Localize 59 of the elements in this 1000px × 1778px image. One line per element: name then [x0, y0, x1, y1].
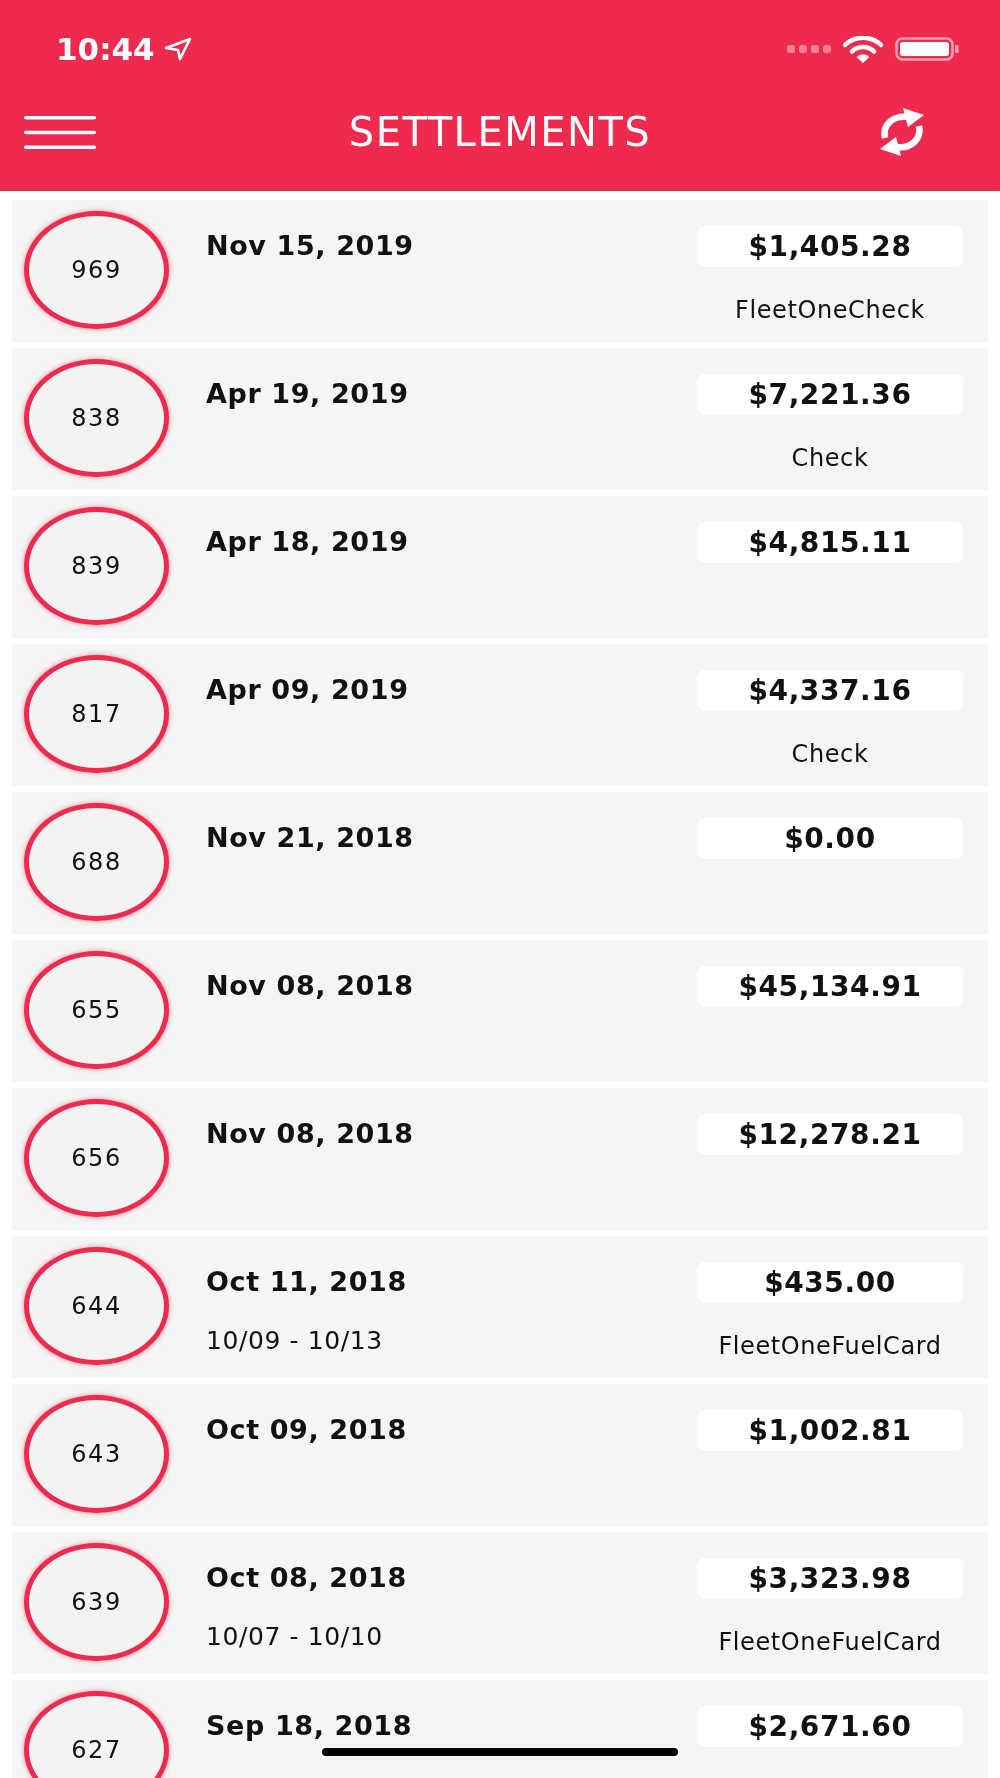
settlement-date: Apr 19, 2019 [206, 378, 409, 410]
status-time: 10:44 [56, 31, 155, 67]
settlement-row[interactable]: 643 Oct 09, 2018 $1,002.81 [12, 1384, 988, 1526]
settlement-amount: $435.00 [697, 1262, 963, 1303]
settlement-date: Oct 08, 2018 [206, 1562, 407, 1594]
settlement-amount: $2,671.60 [697, 1706, 963, 1747]
settlement-date: Apr 18, 2019 [206, 526, 409, 558]
settlement-number: 817 [24, 655, 169, 773]
settlement-date: Oct 09, 2018 [206, 1414, 407, 1446]
settlement-date: Nov 08, 2018 [206, 970, 414, 1002]
settlement-number: 656 [24, 1099, 169, 1217]
settlement-amount: $4,337.16 [697, 670, 963, 711]
settlement-amount: $3,323.98 [697, 1558, 963, 1599]
settlement-amount: $45,134.91 [697, 966, 963, 1007]
settlement-row[interactable]: 656 Nov 08, 2018 $12,278.21 [12, 1088, 988, 1230]
payment-method: FleetOneFuelCard [718, 1332, 942, 1360]
settlement-row[interactable]: 639 Oct 08, 2018 10/07 - 10/10 $3,323.98 FleetOneFuelCard [12, 1532, 988, 1674]
location-arrow-icon [163, 37, 192, 61]
settlement-number: 838 [24, 359, 169, 477]
payment-method: Check [791, 740, 869, 768]
settlement-date: Sep 18, 2018 [206, 1710, 413, 1742]
payment-method: FleetOneCheck [735, 296, 925, 324]
settlement-number: 639 [24, 1543, 169, 1661]
settlement-amount: $12,278.21 [697, 1114, 963, 1155]
settlement-date: Nov 21, 2018 [206, 822, 414, 854]
menu-icon[interactable] [24, 115, 96, 149]
signal-icon [787, 45, 831, 53]
payment-method: Check [791, 444, 869, 472]
settlement-number: 969 [24, 211, 169, 329]
battery-icon [895, 37, 959, 61]
settlement-amount: $0.00 [697, 818, 963, 859]
settlement-period: 10/07 - 10/10 [206, 1623, 383, 1651]
settlement-amount: $7,221.36 [697, 374, 963, 415]
settlement-row[interactable]: 655 Nov 08, 2018 $45,134.91 [12, 940, 988, 1082]
settlement-number: 839 [24, 507, 169, 625]
payment-method: FleetOneFuelCard [718, 1628, 942, 1656]
settlement-date: Nov 08, 2018 [206, 1118, 414, 1150]
settlement-row[interactable]: 817 Apr 09, 2019 $4,337.16 Check [12, 644, 988, 786]
settlement-row[interactable]: 644 Oct 11, 2018 10/09 - 10/13 $435.00 FleetOneFuelCard [12, 1236, 988, 1378]
settlement-number: 627 [24, 1691, 169, 1778]
screen-title: SETTLEMENTS [348, 109, 652, 155]
settlement-row[interactable]: 627 Sep 18, 2018 $2,671.60 [12, 1680, 988, 1778]
wifi-icon [843, 35, 883, 63]
settlement-amount: $1,002.81 [697, 1410, 963, 1451]
settlement-number: 688 [24, 803, 169, 921]
settlement-row[interactable]: 838 Apr 19, 2019 $7,221.36 Check [12, 348, 988, 490]
settlement-row[interactable]: 688 Nov 21, 2018 $0.00 [12, 792, 988, 934]
settlement-period: 10/09 - 10/13 [206, 1327, 383, 1355]
settlement-number: 643 [24, 1395, 169, 1513]
settlement-date: Nov 15, 2019 [206, 230, 414, 262]
settlement-row[interactable]: 839 Apr 18, 2019 $4,815.11 [12, 496, 988, 638]
settlement-row[interactable]: 969 Nov 15, 2019 $1,405.28 FleetOneCheck [12, 200, 988, 342]
settlement-date: Oct 11, 2018 [206, 1266, 407, 1298]
settlement-number: 644 [24, 1247, 169, 1365]
settlement-number: 655 [24, 951, 169, 1069]
settlement-amount: $1,405.28 [697, 226, 963, 267]
settlement-date: Apr 09, 2019 [206, 674, 409, 706]
settlement-amount: $4,815.11 [697, 522, 963, 563]
refresh-icon[interactable] [878, 106, 926, 158]
